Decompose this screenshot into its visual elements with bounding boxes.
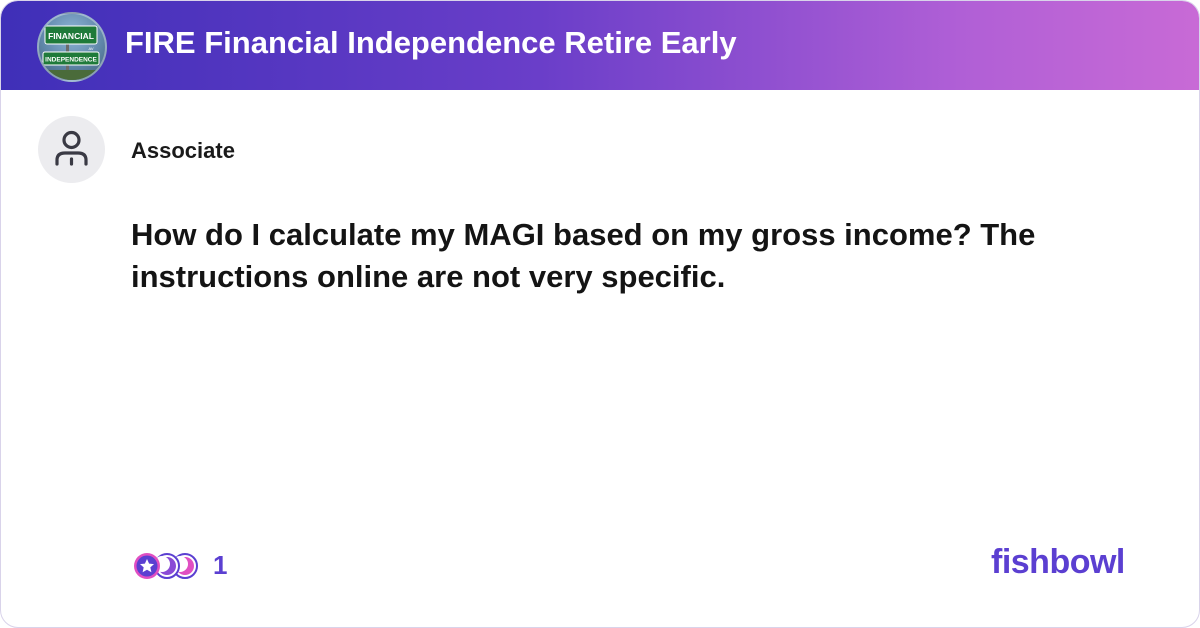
reaction-count[interactable]: 1: [213, 550, 227, 581]
post-card: FINANCIAL AV INDEPENDENCE FIRE Financial…: [0, 0, 1200, 628]
logo-sign-top: FINANCIAL: [48, 31, 94, 41]
bowl-title[interactable]: FIRE Financial Independence Retire Early: [125, 25, 737, 61]
bowl-header: FINANCIAL AV INDEPENDENCE FIRE Financial…: [1, 1, 1199, 90]
reactions-bar[interactable]: 1: [131, 548, 331, 584]
bowl-logo[interactable]: FINANCIAL AV INDEPENDENCE: [37, 12, 107, 82]
fishbowl-logo[interactable]: fishbowl: [991, 543, 1125, 582]
post-author[interactable]: Associate: [131, 138, 235, 164]
user-icon: [55, 130, 88, 166]
reaction-icons[interactable]: [131, 552, 199, 580]
avatar[interactable]: [38, 116, 105, 183]
logo-sign-small: AV: [88, 46, 93, 51]
financial-independence-sign-icon: FINANCIAL AV INDEPENDENCE: [39, 25, 105, 80]
logo-sign-bottom: INDEPENDENCE: [45, 57, 97, 64]
post-text: How do I calculate my MAGI based on my g…: [131, 217, 1036, 294]
